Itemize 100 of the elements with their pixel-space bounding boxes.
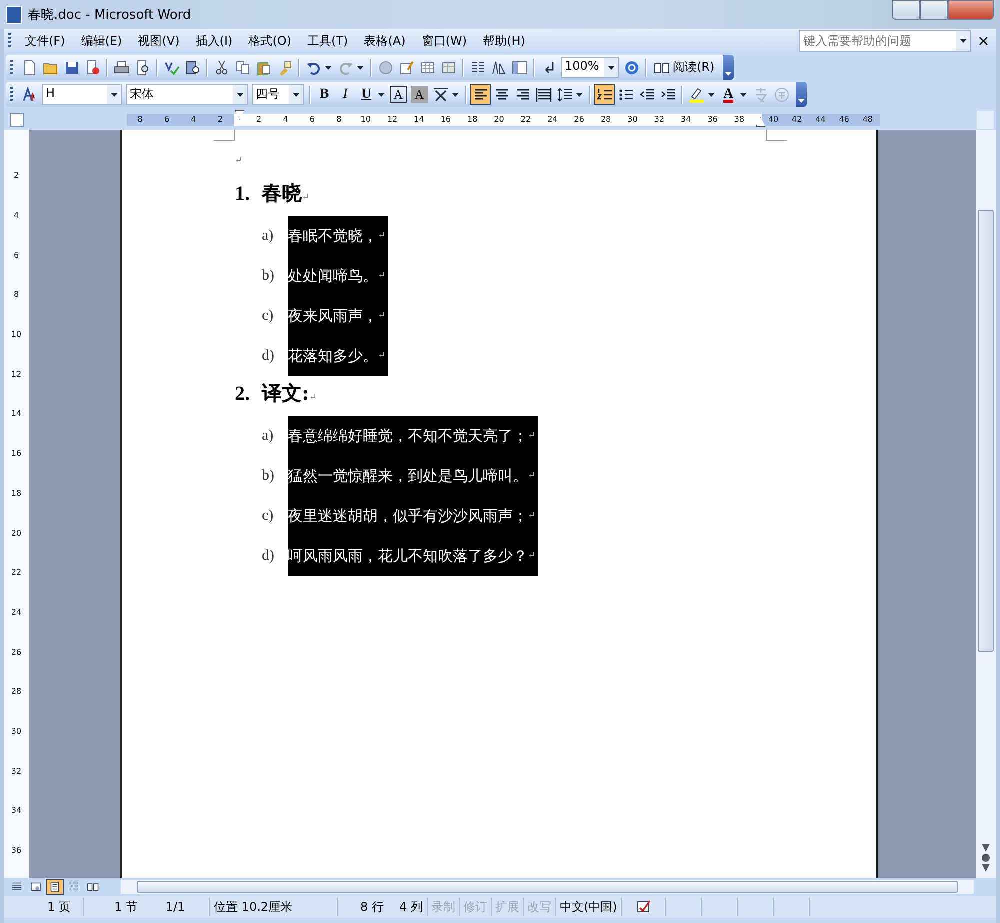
character-shading-button[interactable]: A [411,86,428,103]
browse-object-button[interactable] [982,854,990,862]
style-dropdown[interactable]: H [42,84,122,105]
scrollbar-thumb[interactable] [137,881,958,893]
toolbar-grip-handle[interactable] [10,60,13,76]
caret-icon[interactable] [798,99,805,103]
toolbar-options-button[interactable] [722,55,734,80]
drawing-icon[interactable] [490,60,506,76]
toolbar-grip-handle[interactable] [8,33,11,49]
minimize-button[interactable] [892,0,920,20]
table-icon[interactable] [420,60,436,76]
reading-view-icon[interactable] [87,881,99,893]
vertical-scrollbar[interactable] [976,130,996,878]
decrease-indent-icon[interactable] [638,86,654,102]
ruler-number: 16 [440,114,452,126]
caret-icon[interactable] [452,92,459,96]
menu-item[interactable]: 插入(I) [188,30,241,52]
menu-item[interactable]: 文件(F) [17,30,74,52]
new-page-icon[interactable] [22,60,38,76]
page-view-button[interactable] [46,879,64,895]
read-button[interactable]: 阅读(R) [650,57,719,78]
styles-icon[interactable] [22,86,38,102]
normal-view-icon[interactable] [11,881,23,893]
status-text: 4 列 [388,898,428,916]
print-preview-icon[interactable] [134,60,150,76]
toolbar-options-button[interactable] [796,82,807,107]
page-view-icon[interactable] [49,881,61,893]
restricted-page-icon[interactable] [84,60,100,76]
caret-icon[interactable] [325,66,332,70]
highlighter-icon[interactable] [688,86,704,102]
help-search-field[interactable]: 键入需要帮助的问题 [799,30,972,52]
caret-icon[interactable] [724,72,732,76]
maximize-button[interactable] [920,0,948,20]
document-map-icon[interactable] [512,60,528,76]
clipboard-icon[interactable] [256,60,272,76]
menu-item[interactable]: 格式(O) [240,30,300,52]
next-page-button[interactable] [982,864,990,872]
menu-item[interactable]: 编辑(E) [73,30,130,52]
horizontal-scrollbar[interactable] [121,880,974,894]
caret-icon[interactable] [292,92,300,96]
spell-check-icon[interactable] [164,60,180,76]
caret-icon[interactable] [236,92,244,96]
caret-icon[interactable] [960,39,967,43]
increase-indent-icon[interactable] [660,86,676,102]
toolbar-grip-handle[interactable] [10,86,13,102]
paragraph-mark: ↵ [235,156,244,168]
ruler-number: 36 [10,845,23,858]
tab-selector-button[interactable] [10,113,24,127]
ruler-number: 32 [653,114,666,126]
list-text: 花落知多少。 [288,346,378,366]
pencil-table-icon[interactable] [398,60,414,76]
font-scale-icon[interactable] [432,86,448,102]
columns-icon[interactable] [470,60,486,76]
web-view-icon[interactable] [30,881,42,893]
close-document-button[interactable]: × [971,32,996,50]
ruler-number: 26 [573,114,586,126]
printer-icon[interactable] [114,60,130,76]
ruler-number: 48 [862,114,874,126]
book-search-icon[interactable] [184,60,200,76]
list-label: c) [262,306,275,326]
scissors-icon[interactable] [214,60,230,76]
previous-page-button[interactable] [982,844,990,852]
caret-icon[interactable] [378,92,385,96]
scrollbar-thumb[interactable] [978,210,994,652]
line-spacing-icon[interactable] [556,86,572,102]
menu-item[interactable]: 视图(V) [130,30,188,52]
menu-item[interactable]: 工具(T) [300,30,356,52]
ruler-number: 18 [466,114,479,126]
ruler-number: 24 [10,606,23,619]
menu-item[interactable]: 表格(A) [356,30,414,52]
caret-icon[interactable] [576,92,583,96]
caret-icon[interactable] [110,92,118,96]
spreadsheet-icon[interactable] [440,60,456,76]
help-icon[interactable] [624,60,640,76]
zoom-dropdown[interactable]: 100% [561,57,619,78]
caret-icon[interactable] [357,66,364,70]
status-text: 1 页 [18,898,84,916]
character-border-button[interactable]: A [390,86,407,103]
copy-icon[interactable] [234,60,250,76]
heading-number: 1. [235,183,251,206]
ruler-number: 30 [10,726,23,738]
italic-button[interactable]: I [335,84,356,105]
ruler-number: 8 [336,114,343,126]
menu-item[interactable]: 窗口(W) [414,30,476,52]
status-text: 1/1 [142,898,210,916]
bold-button[interactable]: B [314,84,335,105]
paragraph-mark: ↵ [309,393,317,403]
caret-icon[interactable] [608,66,614,70]
menu-item[interactable]: 帮助(H) [475,30,534,52]
paragraph-mark: ↵ [378,271,386,281]
list-label: b) [262,466,276,486]
font-dropdown[interactable]: 宋体 [126,84,248,105]
heading-number: 2. [235,383,251,406]
ruler-number: 36 [706,114,719,126]
font-color-button[interactable]: A [718,84,739,105]
underline-button[interactable]: U [356,84,377,105]
caret-icon[interactable] [740,92,747,96]
caret-icon[interactable] [708,92,715,96]
font-size-dropdown[interactable]: 四号 [252,84,304,105]
status-text: 8 行 [360,898,385,916]
